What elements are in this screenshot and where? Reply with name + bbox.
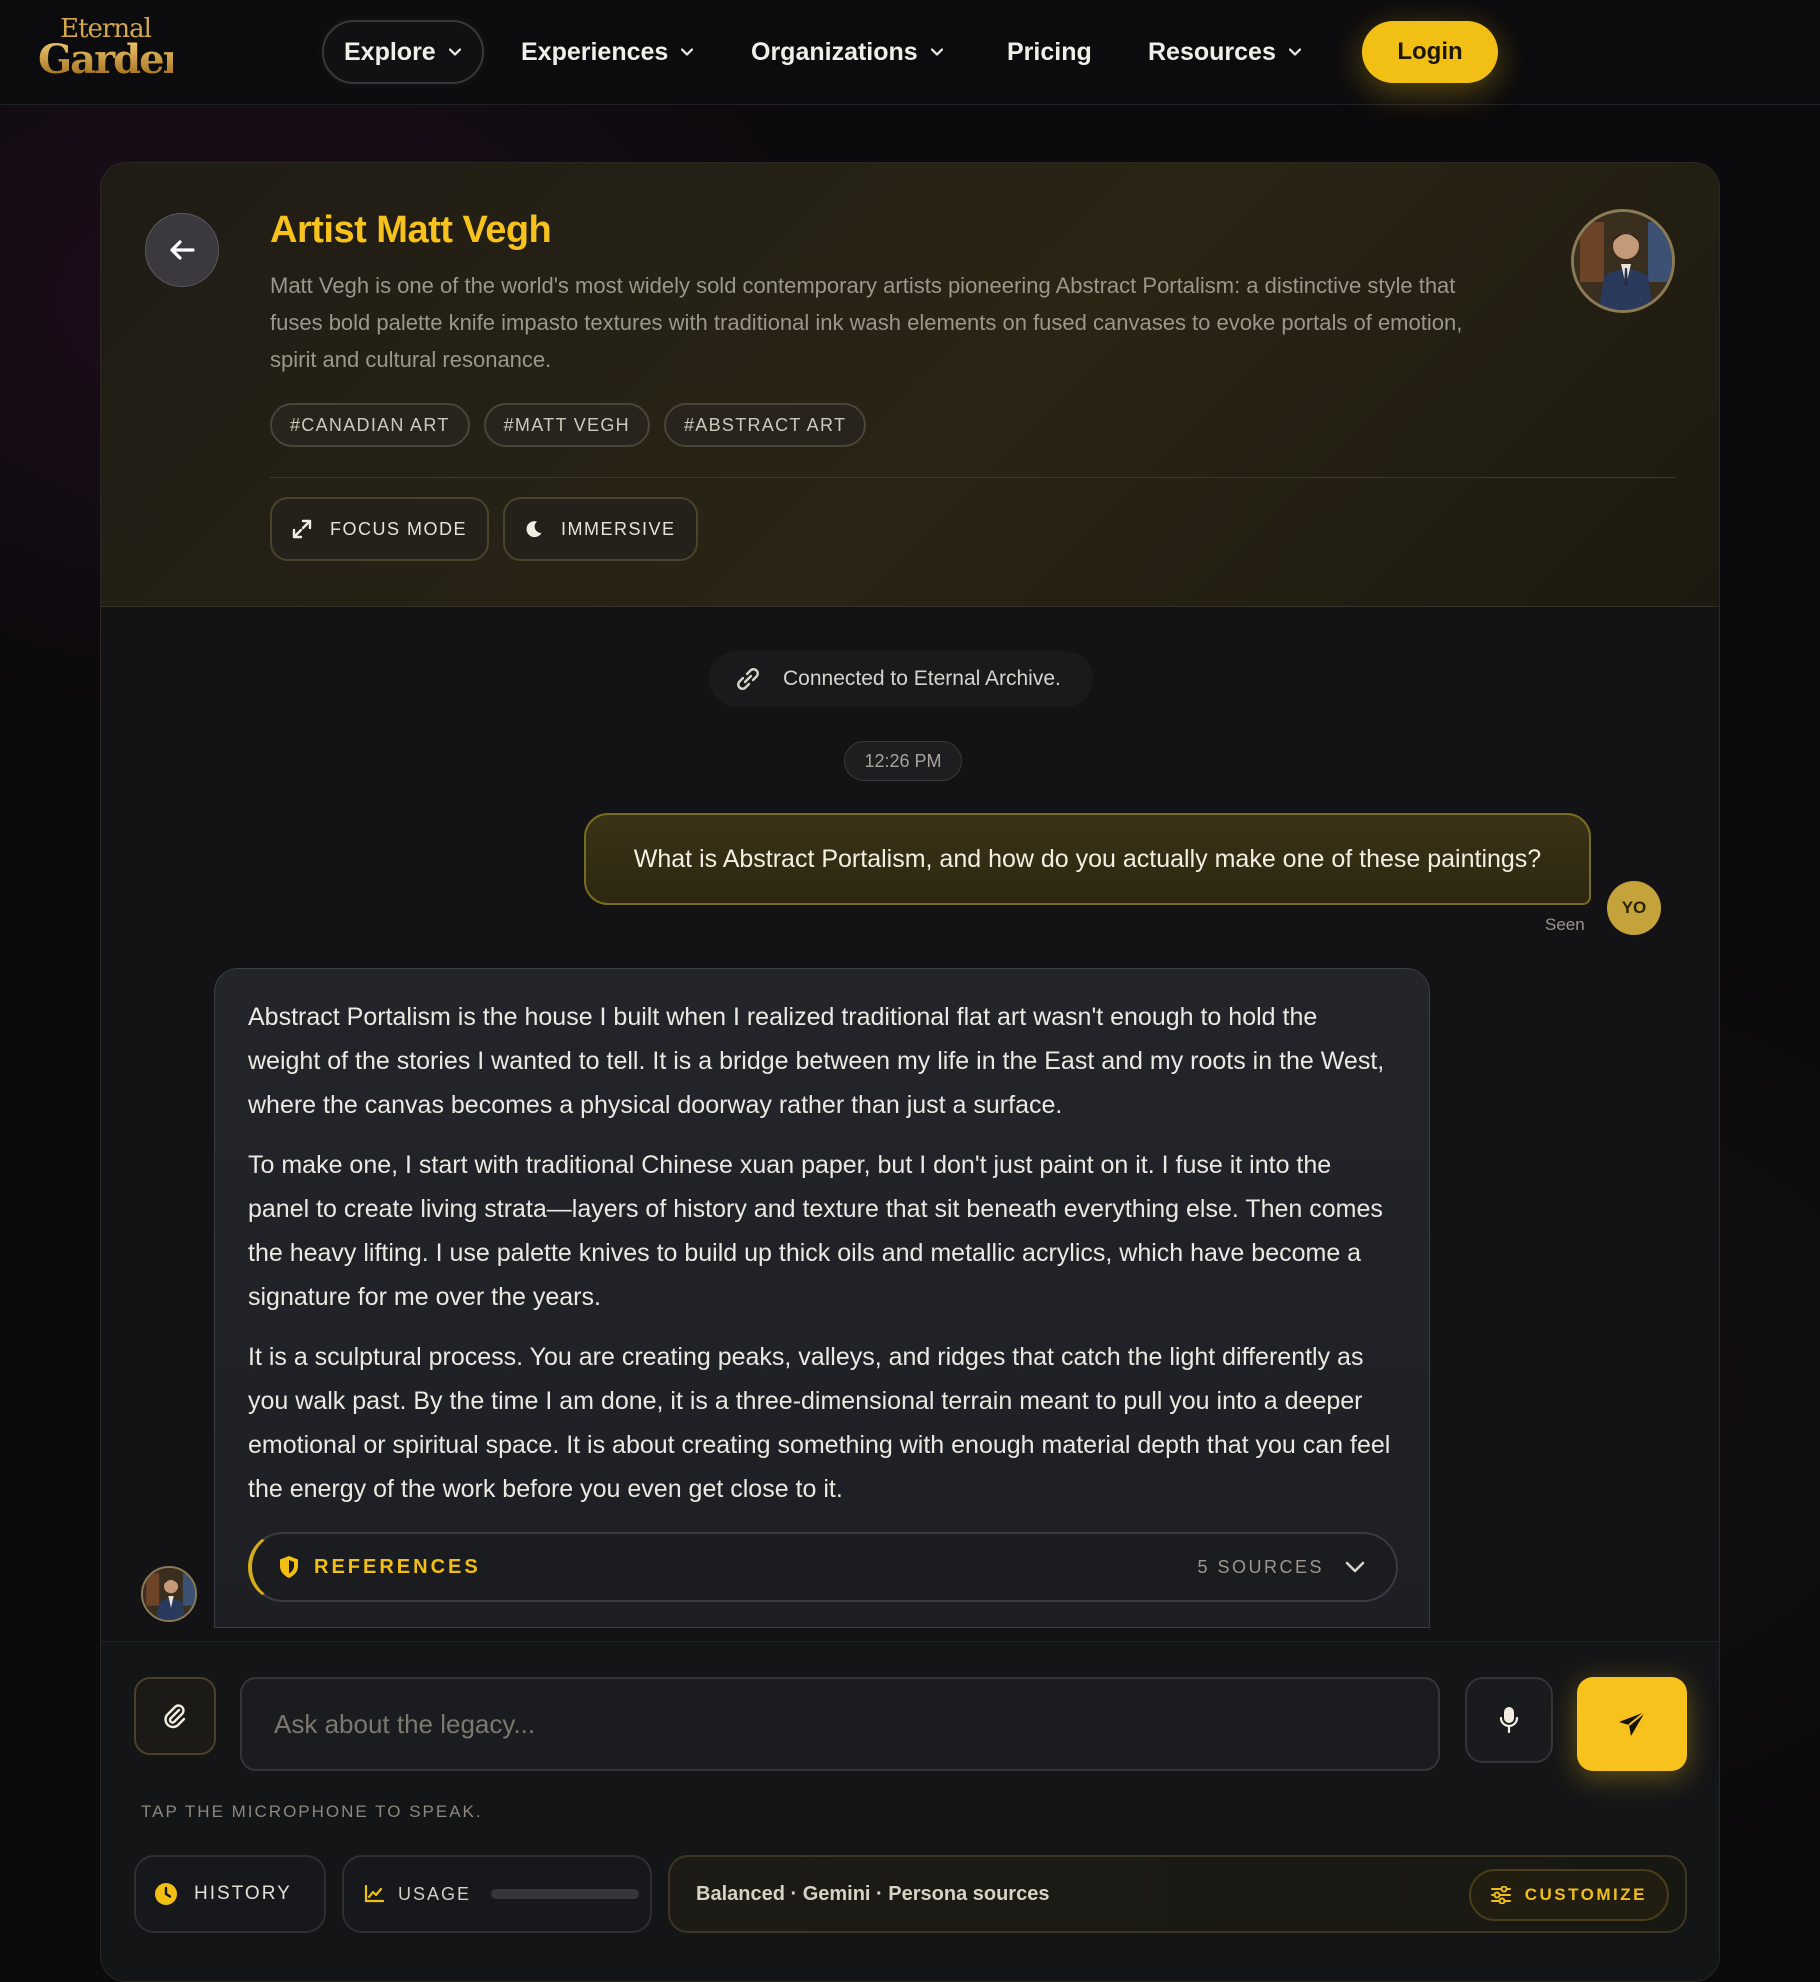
nav-resources[interactable]: Resources <box>1148 20 1302 84</box>
send-icon <box>1619 1711 1646 1736</box>
tag-canadian-art[interactable]: #CANADIAN ART <box>270 403 470 447</box>
history-label: HISTORY <box>194 1883 292 1904</box>
persona-description: Matt Vegh is one of the world's most wid… <box>270 273 1463 372</box>
persona-portrait-icon <box>143 1568 195 1620</box>
chevron-down-icon <box>681 48 694 56</box>
expand-icon <box>292 519 312 539</box>
sources-count: 5 SOURCES <box>1197 1556 1324 1577</box>
seen-indicator: Seen <box>1545 915 1585 934</box>
chevron-down-icon <box>1288 48 1301 56</box>
mode-buttons: FOCUS MODE IMMERSIVE <box>270 497 698 561</box>
nav-pricing-label: Pricing <box>1007 37 1092 66</box>
microphone-icon <box>1499 1707 1519 1734</box>
chevron-down-icon <box>448 48 461 56</box>
immersive-label: IMMERSIVE <box>561 518 676 539</box>
settings-summary-text: Balanced · Gemini · Persona sources <box>696 1882 1050 1905</box>
tag-matt-vegh[interactable]: #MATT VEGH <box>483 403 650 447</box>
assistant-paragraph: Abstract Portalism is the house I built … <box>248 1003 1385 1119</box>
line-chart-icon <box>364 1885 384 1903</box>
nav-explore[interactable]: Explore <box>322 20 484 84</box>
link-icon <box>737 668 759 690</box>
assistant-paragraph: To make one, I start with traditional Ch… <box>248 1151 1383 1311</box>
nav-resources-label: Resources <box>1148 37 1276 66</box>
tag-abstract-art[interactable]: #ABSTRACT ART <box>663 403 867 447</box>
message-timestamp: 12:26 PM <box>844 741 962 781</box>
assistant-paragraph: It is a sculptural process. You are crea… <box>248 1343 1391 1503</box>
references-label: REFERENCES <box>314 1555 481 1578</box>
microphone-button[interactable] <box>1465 1677 1553 1763</box>
chat-card: Artist Matt Vegh Matt Vegh is one of the… <box>100 162 1720 1982</box>
model-settings-summary[interactable]: Balanced · Gemini · Persona sources CUST… <box>668 1855 1687 1933</box>
usage-indicator[interactable]: USAGE <box>342 1855 652 1933</box>
attach-button[interactable] <box>134 1677 216 1755</box>
eternal-gardens-logo[interactable]: Eternal Gardens <box>38 16 212 83</box>
references-toggle[interactable]: REFERENCES 5 SOURCES <box>248 1532 1398 1602</box>
assistant-avatar <box>141 1566 197 1622</box>
customize-label: CUSTOMIZE <box>1524 1885 1647 1904</box>
nav-experiences[interactable]: Experiences <box>521 20 694 84</box>
connection-status-text: Connected to Eternal Archive. <box>783 667 1061 690</box>
chevron-down-icon <box>1345 1561 1365 1573</box>
moon-icon <box>526 521 542 538</box>
shield-icon <box>280 1556 298 1578</box>
nav-organizations[interactable]: Organizations <box>751 20 944 84</box>
focus-mode-label: FOCUS MODE <box>330 518 468 539</box>
focus-mode-button[interactable]: FOCUS MODE <box>270 497 490 561</box>
usage-label: USAGE <box>398 1883 472 1904</box>
clock-icon <box>155 1883 177 1905</box>
connection-status: Connected to Eternal Archive. <box>709 651 1093 707</box>
usage-progress-bar <box>491 1889 640 1899</box>
top-navigation: Eternal Gardens Explore Experiences Orga… <box>0 0 1820 105</box>
history-button[interactable]: HISTORY <box>134 1855 326 1933</box>
arrow-left-icon <box>170 240 195 260</box>
persona-avatar[interactable] <box>1571 209 1675 313</box>
microphone-hint: TAP THE MICROPHONE TO SPEAK. <box>141 1802 483 1821</box>
chevron-down-icon <box>930 48 943 56</box>
persona-header: Artist Matt Vegh Matt Vegh is one of the… <box>101 163 1719 607</box>
user-message: What is Abstract Portalism, and how do y… <box>584 813 1591 905</box>
nav-explore-label: Explore <box>344 37 436 66</box>
sliders-icon <box>1490 1886 1511 1904</box>
persona-title: Artist Matt Vegh <box>270 209 552 251</box>
nav-experiences-label: Experiences <box>521 37 669 66</box>
message-input[interactable] <box>240 1677 1440 1771</box>
back-button[interactable] <box>145 213 219 287</box>
login-button[interactable]: Login <box>1362 21 1498 83</box>
logo-line-2: Gardens <box>38 36 212 83</box>
immersive-button[interactable]: IMMERSIVE <box>503 497 698 561</box>
customize-button[interactable]: CUSTOMIZE <box>1468 1869 1669 1921</box>
persona-portrait-icon <box>1574 212 1672 310</box>
tag-list: #CANADIAN ART #MATT VEGH #ABSTRACT ART <box>270 403 867 447</box>
nav-pricing[interactable]: Pricing <box>1007 20 1092 84</box>
user-avatar: YO <box>1607 881 1661 935</box>
assistant-message: Abstract Portalism is the house I built … <box>214 968 1430 1628</box>
nav-organizations-label: Organizations <box>751 37 918 66</box>
send-button[interactable] <box>1577 1677 1687 1771</box>
message-composer: TAP THE MICROPHONE TO SPEAK. HISTORY USA… <box>101 1641 1719 1981</box>
paperclip-icon <box>164 1704 186 1729</box>
header-divider <box>270 477 1676 478</box>
